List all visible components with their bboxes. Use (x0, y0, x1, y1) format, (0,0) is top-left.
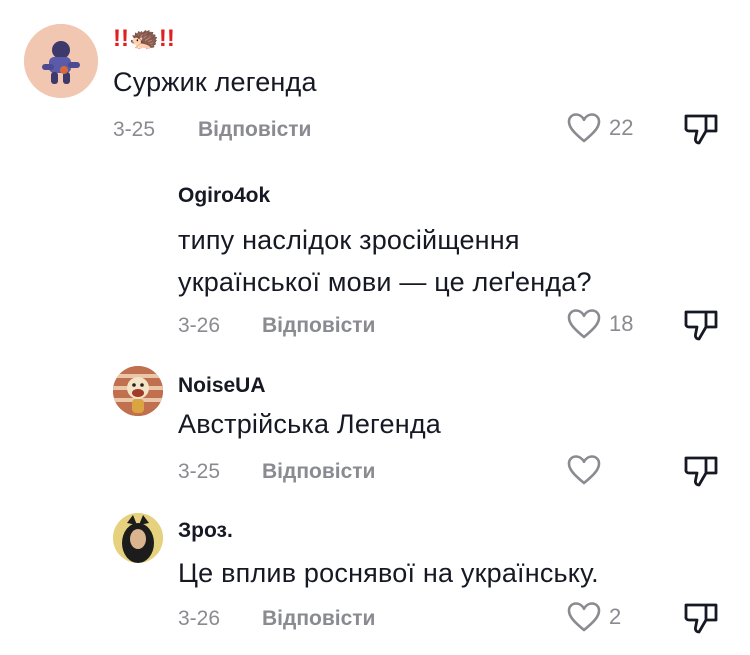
dislike-button[interactable] (683, 112, 719, 146)
dislike-button[interactable] (683, 308, 719, 342)
comment-username[interactable]: NoiseUA (178, 374, 266, 398)
comment-date: 3-25 (113, 118, 156, 141)
comment-text-line: української мови — це леґенда? (178, 267, 592, 297)
avatar-image (24, 24, 98, 98)
dislike-button[interactable] (683, 454, 719, 488)
reply-button[interactable]: Відповісти (262, 460, 375, 484)
heart-icon (567, 454, 601, 486)
like-count: 2 (609, 604, 622, 629)
avatar-image (113, 366, 163, 416)
comment-item: Ogiro4ok типу наслідок зросійщення украї… (0, 170, 750, 360)
like-button[interactable]: 2 (567, 601, 621, 633)
comment-username[interactable]: Зроз. (178, 519, 233, 543)
comment-text: Суржик легенда (113, 67, 317, 97)
avatar-image (113, 513, 163, 563)
reply-button[interactable]: Відповісти (262, 607, 375, 631)
comment-item: !!🦔!! Суржик легенда 3-25 Відповісти 22 (0, 0, 750, 170)
comment-date: 3-25 (178, 460, 221, 483)
like-count: 22 (609, 115, 634, 140)
comment-date: 3-26 (178, 607, 221, 630)
avatar[interactable] (24, 24, 98, 98)
comment-username[interactable]: Ogiro4ok (178, 184, 270, 208)
reply-button[interactable]: Відповісти (262, 314, 375, 338)
like-count: 18 (609, 311, 634, 336)
like-button[interactable]: 18 (567, 308, 633, 340)
thumbs-down-icon (683, 112, 719, 146)
heart-icon (567, 308, 601, 340)
like-button[interactable]: 22 (567, 112, 633, 144)
thumbs-down-icon (683, 308, 719, 342)
avatar[interactable] (113, 513, 163, 563)
heart-icon (567, 601, 601, 633)
like-button[interactable] (567, 454, 609, 486)
heart-icon (567, 112, 601, 144)
comment-item: Зроз. Це вплив роснявої на українську. 3… (0, 505, 750, 655)
comment-text-line: типу наслідок зросійщення (178, 225, 520, 255)
thumbs-down-icon (683, 601, 719, 635)
thumbs-down-icon (683, 454, 719, 488)
comment-text: Австрійська Легенда (178, 409, 441, 439)
comment-date: 3-26 (178, 314, 221, 337)
comment-item: NoiseUA Австрійська Легенда 3-25 Відпові… (0, 360, 750, 505)
comment-text: Це вплив роснявої на українську. (178, 558, 599, 588)
reply-button[interactable]: Відповісти (198, 118, 311, 142)
avatar[interactable] (113, 366, 163, 416)
dislike-button[interactable] (683, 601, 719, 635)
comment-username[interactable]: !!🦔!! (113, 24, 175, 53)
